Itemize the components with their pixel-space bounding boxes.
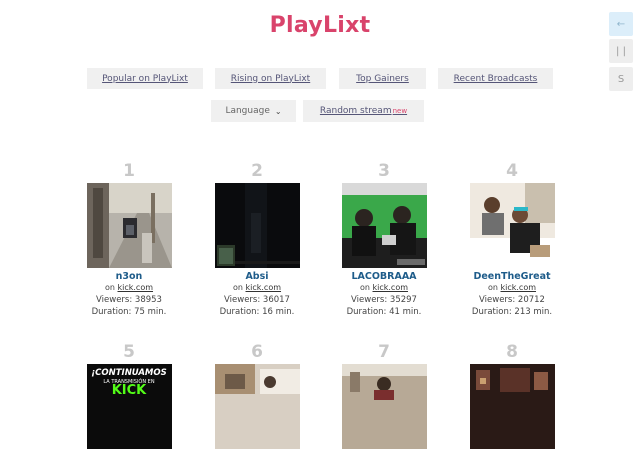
streamer-name[interactable]: n3on: [74, 271, 184, 282]
new-badge: new: [392, 107, 408, 115]
platform-line: on kick.com: [329, 282, 439, 294]
stream-duration: Duration: 41 min.: [346, 306, 422, 317]
stream-card[interactable]: 2 Absi on kick.com Viewers: 36017 Durati…: [202, 161, 312, 318]
stream-rank: 8: [506, 342, 518, 362]
stream-rank: 5: [123, 342, 135, 362]
random-stream-button[interactable]: Random stream new: [303, 100, 424, 122]
platform-link[interactable]: kick.com: [118, 283, 154, 292]
stream-duration: Duration: 16 min.: [219, 306, 295, 317]
stream-duration: Duration: 213 min.: [471, 306, 553, 317]
stream-card[interactable]: 1 n3on on kick.com Viewers: 38953 Durati…: [74, 161, 184, 318]
s-letter-icon[interactable]: S: [609, 67, 633, 91]
stream-thumbnail[interactable]: [469, 183, 555, 268]
on-label: on: [487, 283, 498, 292]
stream-thumbnail[interactable]: ¡CONTINUAMOS LA TRANSMISIÓN EN KICK: [86, 364, 172, 449]
page-title: PlayLixt: [269, 13, 371, 38]
platform-line: on kick.com: [457, 282, 567, 294]
stream-card[interactable]: 8: [457, 342, 567, 449]
stream-card[interactable]: 3 LACOBRAAA on kick.com Viewers: 35297 D…: [329, 161, 439, 318]
language-dropdown[interactable]: Language ⌄: [211, 100, 296, 122]
language-label: Language: [225, 106, 270, 116]
stream-rank: 6: [251, 342, 263, 362]
on-label: on: [232, 283, 243, 292]
stream-rank: 2: [251, 161, 263, 181]
viewers-count: Viewers: 35297: [351, 294, 417, 305]
platform-link[interactable]: kick.com: [373, 283, 409, 292]
stream-card[interactable]: 4 DeenTheGreat on kick.com Viewers: 2071…: [457, 161, 567, 318]
kick-logo: KICK: [111, 383, 147, 398]
streamer-name[interactable]: LACOBRAAA: [329, 271, 439, 282]
viewers-count: Viewers: 20712: [479, 294, 545, 305]
stream-rank: 4: [506, 161, 518, 181]
viewers-count: Viewers: 36017: [224, 294, 290, 305]
stream-card[interactable]: 5 ¡CONTINUAMOS LA TRANSMISIÓN EN KICK: [74, 342, 184, 449]
chevron-down-icon: ⌄: [274, 106, 282, 116]
stream-card[interactable]: 7: [329, 342, 439, 449]
platform-link[interactable]: kick.com: [246, 283, 282, 292]
stream-thumbnail[interactable]: [341, 364, 427, 449]
platform-line: on kick.com: [74, 282, 184, 294]
platform-line: on kick.com: [202, 282, 312, 294]
stream-duration: Duration: 75 min.: [91, 306, 167, 317]
nav-popular-button[interactable]: Popular on PlayLixt: [87, 68, 203, 89]
arrow-left-icon[interactable]: ←: [609, 12, 633, 36]
stream-thumbnail[interactable]: [341, 183, 427, 268]
pause-icon[interactable]: | |: [609, 39, 633, 63]
thumb-caption: ¡CONTINUAMOS: [91, 368, 167, 378]
stream-thumbnail[interactable]: [214, 364, 300, 449]
nav-recent-broadcasts-button[interactable]: Recent Broadcasts: [438, 68, 553, 89]
random-stream-label: Random stream: [319, 106, 392, 116]
viewers-count: Viewers: 38953: [96, 294, 162, 305]
stream-card[interactable]: 6: [202, 342, 312, 449]
platform-link[interactable]: kick.com: [501, 283, 537, 292]
stream-thumbnail[interactable]: [86, 183, 172, 268]
nav-rising-button[interactable]: Rising on PlayLixt: [215, 68, 326, 89]
stream-rank: 3: [378, 161, 390, 181]
stream-rank: 1: [123, 161, 135, 181]
stream-thumbnail[interactable]: [469, 364, 555, 449]
stream-rank: 7: [378, 342, 390, 362]
streamer-name[interactable]: DeenTheGreat: [457, 271, 567, 282]
streamer-name[interactable]: Absi: [202, 271, 312, 282]
on-label: on: [359, 283, 370, 292]
stream-thumbnail[interactable]: [214, 183, 300, 268]
nav-top-gainers-button[interactable]: Top Gainers: [339, 68, 426, 89]
on-label: on: [104, 283, 115, 292]
